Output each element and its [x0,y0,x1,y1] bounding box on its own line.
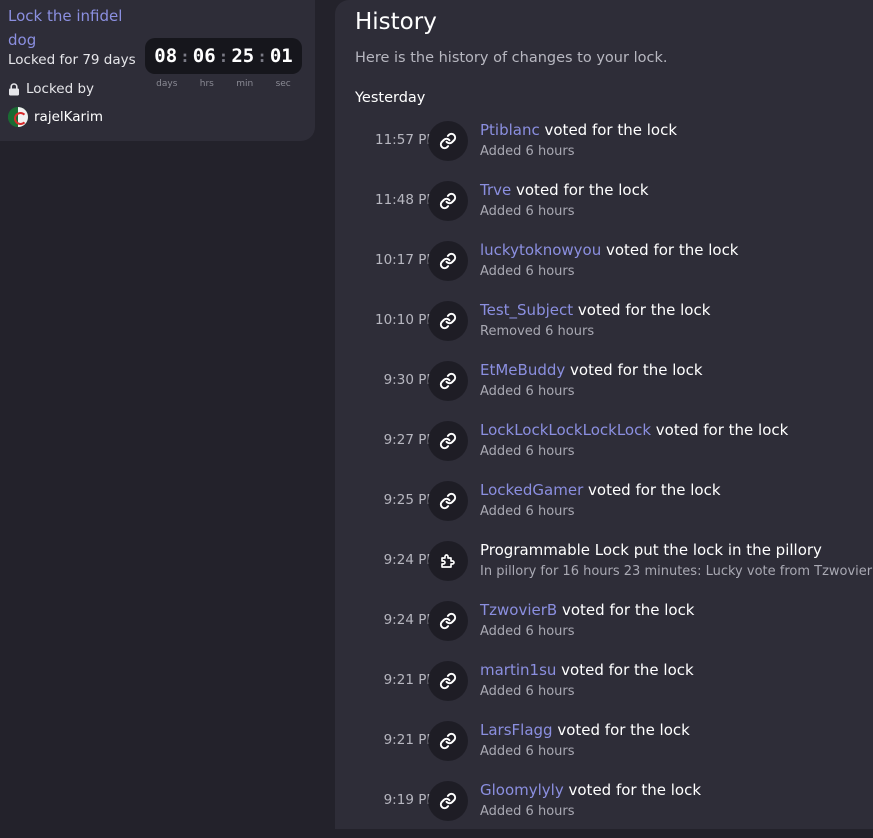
timer-labels: days hrs min sec [145,79,302,89]
entry-detail: Added 6 hours [480,444,575,459]
entry-user-link[interactable]: EtMeBuddy [480,361,565,379]
timer-label-sec: sec [275,79,291,89]
locked-by: Locked by [8,81,94,97]
entry-user-link[interactable]: Test_Subject [480,301,573,319]
link-icon [428,301,468,341]
link-icon [428,241,468,281]
entry-summary: TzwovierB voted for the lock [480,601,695,619]
page-title: History [355,9,437,35]
history-entry: 9:24 PM TzwovierB voted for the lock Added… [335,598,873,658]
entry-user-link[interactable]: Gloomylyly [480,781,564,799]
history-entry: 9:19 PM Gloomylyly voted for the lock Adde… [335,778,873,838]
entry-action: voted for the lock [573,301,711,319]
entry-detail: Added 6 hours [480,624,575,639]
entry-action: Programmable Lock put the lock in the pi… [480,541,822,559]
entry-user-link[interactable]: TzwovierB [480,601,557,619]
lock-title-link[interactable]: Lock the infidel dog [8,4,138,52]
lock-icon [9,82,19,95]
entry-user-link[interactable]: LockedGamer [480,481,583,499]
countdown-timer: 08 : 06 : 25 : 01 [145,38,302,74]
keyholder-name[interactable]: rajelKarim [34,109,103,125]
entry-detail: Added 6 hours [480,384,575,399]
entry-summary: Trve voted for the lock [480,181,649,199]
entry-detail: Added 6 hours [480,684,575,699]
entry-summary: luckytoknowyou voted for the lock [480,241,739,259]
page-subtitle: Here is the history of changes to your l… [355,50,668,66]
timer-separator: : [180,46,190,66]
entry-action: voted for the lock [565,361,703,379]
entry-user-link[interactable]: LockLockLockLockLock [480,421,651,439]
entry-summary: martin1su voted for the lock [480,661,694,679]
link-icon [428,121,468,161]
entry-detail: Removed 6 hours [480,324,595,339]
history-entry: 11:57 PM Ptiblanc voted for the lock Added… [335,118,873,178]
timer-label-hrs: hrs [199,79,214,89]
history-entry: 9:21 PM martin1su voted for the lock Added… [335,658,873,718]
history-entry: 11:48 PM Trve voted for the lock Added 6 h… [335,178,873,238]
history-list: 11:57 PM Ptiblanc voted for the lock Added… [335,118,873,838]
link-icon [428,361,468,401]
entry-action: voted for the lock [601,241,739,259]
history-entry: 10:17 PM luckytoknowyou voted for the loc… [335,238,873,298]
puzzle-icon [428,541,468,581]
locked-duration: Locked for 79 days [8,52,136,68]
entry-action: voted for the lock [511,181,649,199]
entry-user-link[interactable]: martin1su [480,661,556,679]
entry-summary: Ptiblanc voted for the lock [480,121,677,139]
timer-min: 25 [231,45,255,67]
entry-summary: LarsFlagg voted for the lock [480,721,690,739]
timer-label-days: days [156,79,178,89]
entry-user-link[interactable]: Trve [480,181,511,199]
timer-label-min: min [236,79,254,89]
avatar[interactable] [8,107,28,127]
timer-sec: 01 [269,45,293,67]
entry-action: voted for the lock [557,601,695,619]
entry-summary: LockLockLockLockLock voted for the lock [480,421,788,439]
entry-user-link[interactable]: Ptiblanc [480,121,540,139]
entry-summary: LockedGamer voted for the lock [480,481,721,499]
entry-detail: Added 6 hours [480,504,575,519]
entry-action: voted for the lock [539,121,678,139]
link-icon [428,481,468,521]
day-heading: Yesterday [355,90,426,106]
timer-separator: : [218,46,229,66]
entry-detail: Added 6 hours [480,264,575,279]
entry-detail: Added 6 hours [480,804,575,819]
history-entry: 9:27 PM LockLockLockLockLock voted for th… [335,418,873,478]
entry-summary: Test_Subject voted for the lock [480,301,710,319]
entry-user-link[interactable]: luckytoknowyou [480,241,601,259]
entry-action: voted for the lock [563,781,702,799]
history-entry: 9:24 PM Programmable Lock put the lock in… [335,538,873,598]
entry-action: voted for the lock [651,421,789,439]
link-icon [428,601,468,641]
link-icon [428,181,468,221]
link-icon [428,781,468,821]
history-entry: 9:30 PM EtMeBuddy voted for the lock Added… [335,358,873,418]
timer-days: 08 [154,45,178,67]
history-entry: 9:25 PM LockedGamer voted for the lock Add… [335,478,873,538]
timer-hrs: 06 [192,45,216,67]
history-panel: History Here is the history of changes t… [335,0,873,829]
keyholder[interactable]: rajelKarim [8,107,103,127]
history-entry: 9:21 PM LarsFlagg voted for the lock Added… [335,718,873,778]
entry-action: voted for the lock [583,481,721,499]
entry-action: voted for the lock [552,721,690,739]
entry-summary: Programmable Lock put the lock in the pi… [480,541,822,559]
link-icon [428,721,468,761]
entry-detail: Added 6 hours [480,744,575,759]
link-icon [428,661,468,701]
link-icon [428,421,468,461]
entry-detail: Added 6 hours [480,144,575,159]
timer-separator: : [257,46,267,66]
entry-summary: Gloomylyly voted for the lock [480,781,701,799]
entry-summary: EtMeBuddy voted for the lock [480,361,703,379]
lock-card: Lock the infidel dog Locked for 79 days … [0,0,315,141]
entry-detail: In pillory for 16 hours 23 minutes: Luck… [480,564,873,579]
history-entry: 10:10 PM Test_Subject voted for the lock R… [335,298,873,358]
entry-action: voted for the lock [556,661,694,679]
entry-user-link[interactable]: LarsFlagg [480,721,553,739]
locked-by-label: Locked by [26,81,95,97]
entry-detail: Added 6 hours [480,204,575,219]
